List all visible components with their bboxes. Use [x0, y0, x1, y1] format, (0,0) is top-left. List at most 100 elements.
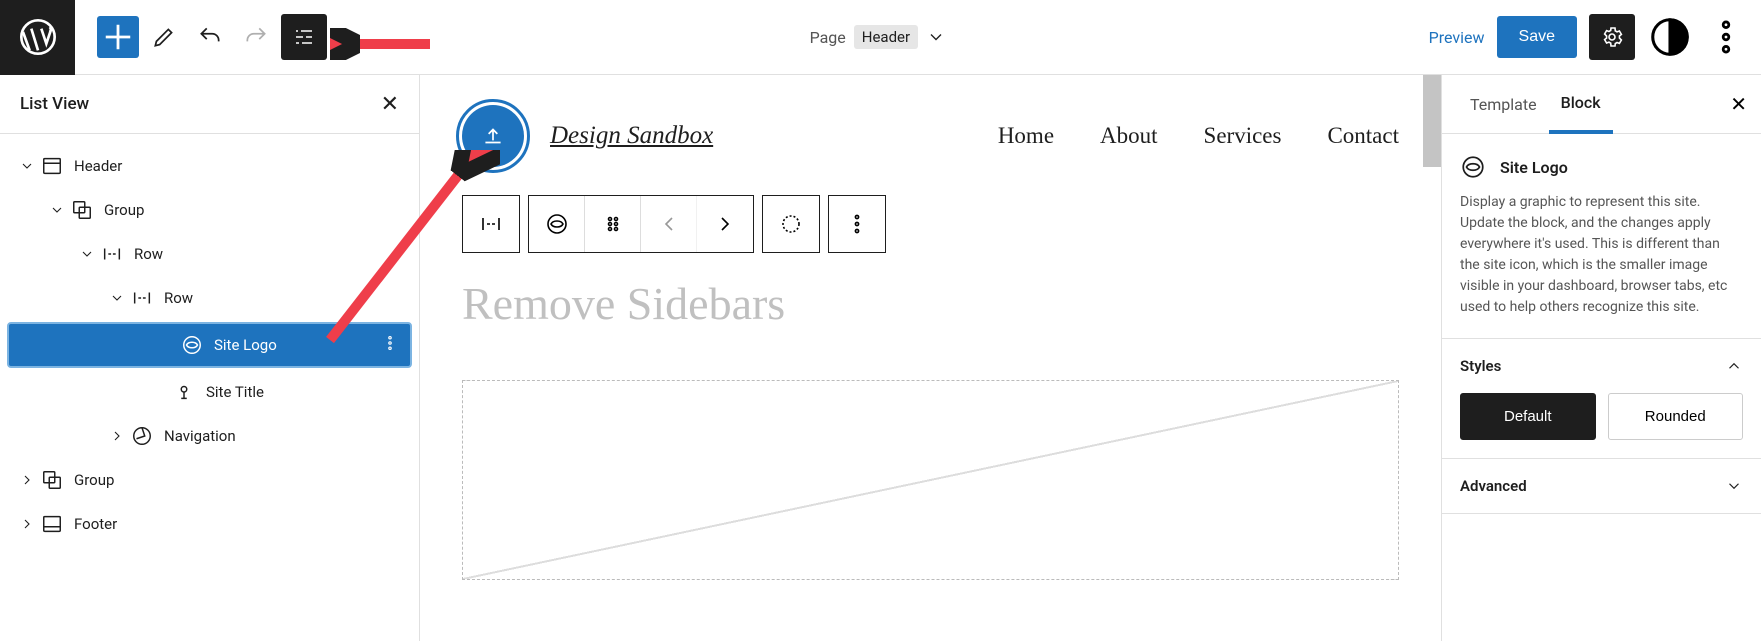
list-view-toggle-button[interactable] — [281, 14, 327, 60]
crop-button[interactable] — [763, 196, 819, 252]
settings-button[interactable] — [1589, 14, 1635, 60]
contrast-icon — [1647, 14, 1693, 60]
panel-title: Advanced — [1460, 477, 1527, 495]
tree-item-group[interactable]: Group — [0, 458, 419, 502]
scrollbar[interactable] — [1423, 75, 1441, 167]
gear-icon — [1600, 25, 1624, 49]
page-label: Page — [810, 28, 846, 47]
styles-panel: Styles Default Rounded — [1442, 339, 1761, 459]
chevron-right-icon — [713, 212, 737, 236]
toolbar-left — [75, 14, 327, 60]
tab-template[interactable]: Template — [1458, 77, 1549, 132]
chevron-down-icon[interactable] — [926, 27, 946, 47]
chevron-right-icon — [16, 472, 38, 488]
list-view-title: List View — [20, 94, 89, 114]
more-vertical-icon — [1705, 16, 1747, 58]
tab-block[interactable]: Block — [1549, 75, 1613, 134]
add-block-button[interactable] — [97, 16, 139, 58]
tree-label: Group — [74, 471, 114, 489]
more-options-button[interactable] — [1705, 16, 1747, 58]
tree-label: Header — [74, 157, 122, 175]
chevron-down-icon — [106, 290, 128, 306]
chevron-down-icon — [16, 158, 38, 174]
chevron-right-icon — [106, 428, 128, 444]
close-list-view-button[interactable]: ✕ — [381, 91, 399, 117]
placeholder-block[interactable] — [462, 380, 1399, 580]
site-logo-block-icon — [178, 334, 206, 356]
more-vertical-icon — [845, 212, 869, 236]
drag-handle[interactable] — [585, 196, 641, 252]
more-vertical-icon[interactable] — [381, 334, 399, 356]
block-type-button[interactable] — [529, 196, 585, 252]
group-block-icon — [38, 469, 66, 491]
tree-item-row[interactable]: Row — [0, 276, 419, 320]
edit-tool-button[interactable] — [143, 16, 185, 58]
chevron-down-icon — [76, 246, 98, 262]
style-default-button[interactable]: Default — [1460, 393, 1596, 440]
wordpress-icon — [18, 17, 58, 57]
block-info-panel: Site Logo Display a graphic to represent… — [1442, 134, 1761, 339]
editor-canvas[interactable]: Design Sandbox Home About Services Conta… — [420, 75, 1441, 641]
parent-block-button[interactable] — [463, 196, 519, 252]
nav-item[interactable]: About — [1100, 123, 1158, 149]
block-toolbar — [462, 195, 1441, 253]
block-info-description: Display a graphic to represent this site… — [1460, 192, 1743, 318]
tree-item-group[interactable]: Group — [0, 188, 419, 232]
navigation-menu: Home About Services Contact — [998, 123, 1399, 149]
list-view-panel: List View ✕ Header Group Row — [0, 75, 420, 641]
undo-button[interactable] — [189, 16, 231, 58]
chevron-up-icon — [1725, 357, 1743, 375]
close-sidebar-button[interactable]: ✕ — [1730, 92, 1747, 117]
drag-icon — [601, 212, 625, 236]
tree-item-row[interactable]: Row — [0, 232, 419, 276]
preview-link[interactable]: Preview — [1429, 28, 1485, 47]
tree-label: Group — [104, 201, 144, 219]
row-block-icon — [98, 243, 126, 265]
list-view-header: List View ✕ — [0, 75, 419, 134]
advanced-panel: Advanced — [1442, 459, 1761, 514]
chevron-left-icon — [657, 212, 681, 236]
tree-label: Navigation — [164, 427, 236, 445]
advanced-panel-header[interactable]: Advanced — [1442, 459, 1761, 513]
site-logo-placeholder[interactable] — [462, 105, 524, 167]
dashed-circle-icon — [779, 212, 803, 236]
save-button[interactable]: Save — [1497, 16, 1577, 58]
list-view-icon — [292, 25, 316, 49]
site-title-block-icon — [170, 381, 198, 403]
site-title[interactable]: Design Sandbox — [550, 122, 713, 150]
sidebar-tabs: Template Block ✕ — [1442, 75, 1761, 134]
tree-label: Footer — [74, 515, 117, 533]
document-title[interactable]: Page Header — [327, 25, 1429, 49]
styles-panel-header[interactable]: Styles — [1442, 339, 1761, 393]
undo-icon — [197, 24, 223, 50]
settings-sidebar: Template Block ✕ Site Logo Display a gra… — [1441, 75, 1761, 641]
row-icon — [479, 212, 503, 236]
nav-item[interactable]: Services — [1204, 123, 1282, 149]
tree-item-site-title[interactable]: Site Title — [0, 370, 419, 414]
redo-icon — [243, 24, 269, 50]
move-left-button[interactable] — [641, 196, 697, 252]
nav-item[interactable]: Home — [998, 123, 1054, 149]
tree-item-navigation[interactable]: Navigation — [0, 414, 419, 458]
tree-label: Site Title — [206, 383, 264, 401]
block-info-title: Site Logo — [1500, 158, 1568, 177]
chevron-down-icon — [1725, 477, 1743, 495]
styles-button[interactable] — [1647, 14, 1693, 60]
tree-item-header[interactable]: Header — [0, 144, 419, 188]
redo-button[interactable] — [235, 16, 277, 58]
move-right-button[interactable] — [697, 196, 753, 252]
style-rounded-button[interactable]: Rounded — [1608, 393, 1744, 440]
page-title-heading[interactable]: Remove Sidebars — [462, 277, 1441, 330]
site-header-block: Design Sandbox Home About Services Conta… — [420, 75, 1441, 177]
style-buttons: Default Rounded — [1460, 393, 1743, 440]
wordpress-logo-button[interactable] — [0, 0, 75, 75]
tree-item-site-logo[interactable]: Site Logo — [8, 323, 411, 367]
template-name-badge: Header — [854, 25, 918, 49]
nav-item[interactable]: Contact — [1327, 123, 1399, 149]
tree-item-footer[interactable]: Footer — [0, 502, 419, 546]
panel-title: Styles — [1460, 357, 1501, 375]
top-toolbar: Page Header Preview Save — [0, 0, 1761, 75]
block-more-options[interactable] — [829, 196, 885, 252]
site-logo-icon — [1460, 154, 1486, 180]
navigation-block-icon — [128, 425, 156, 447]
